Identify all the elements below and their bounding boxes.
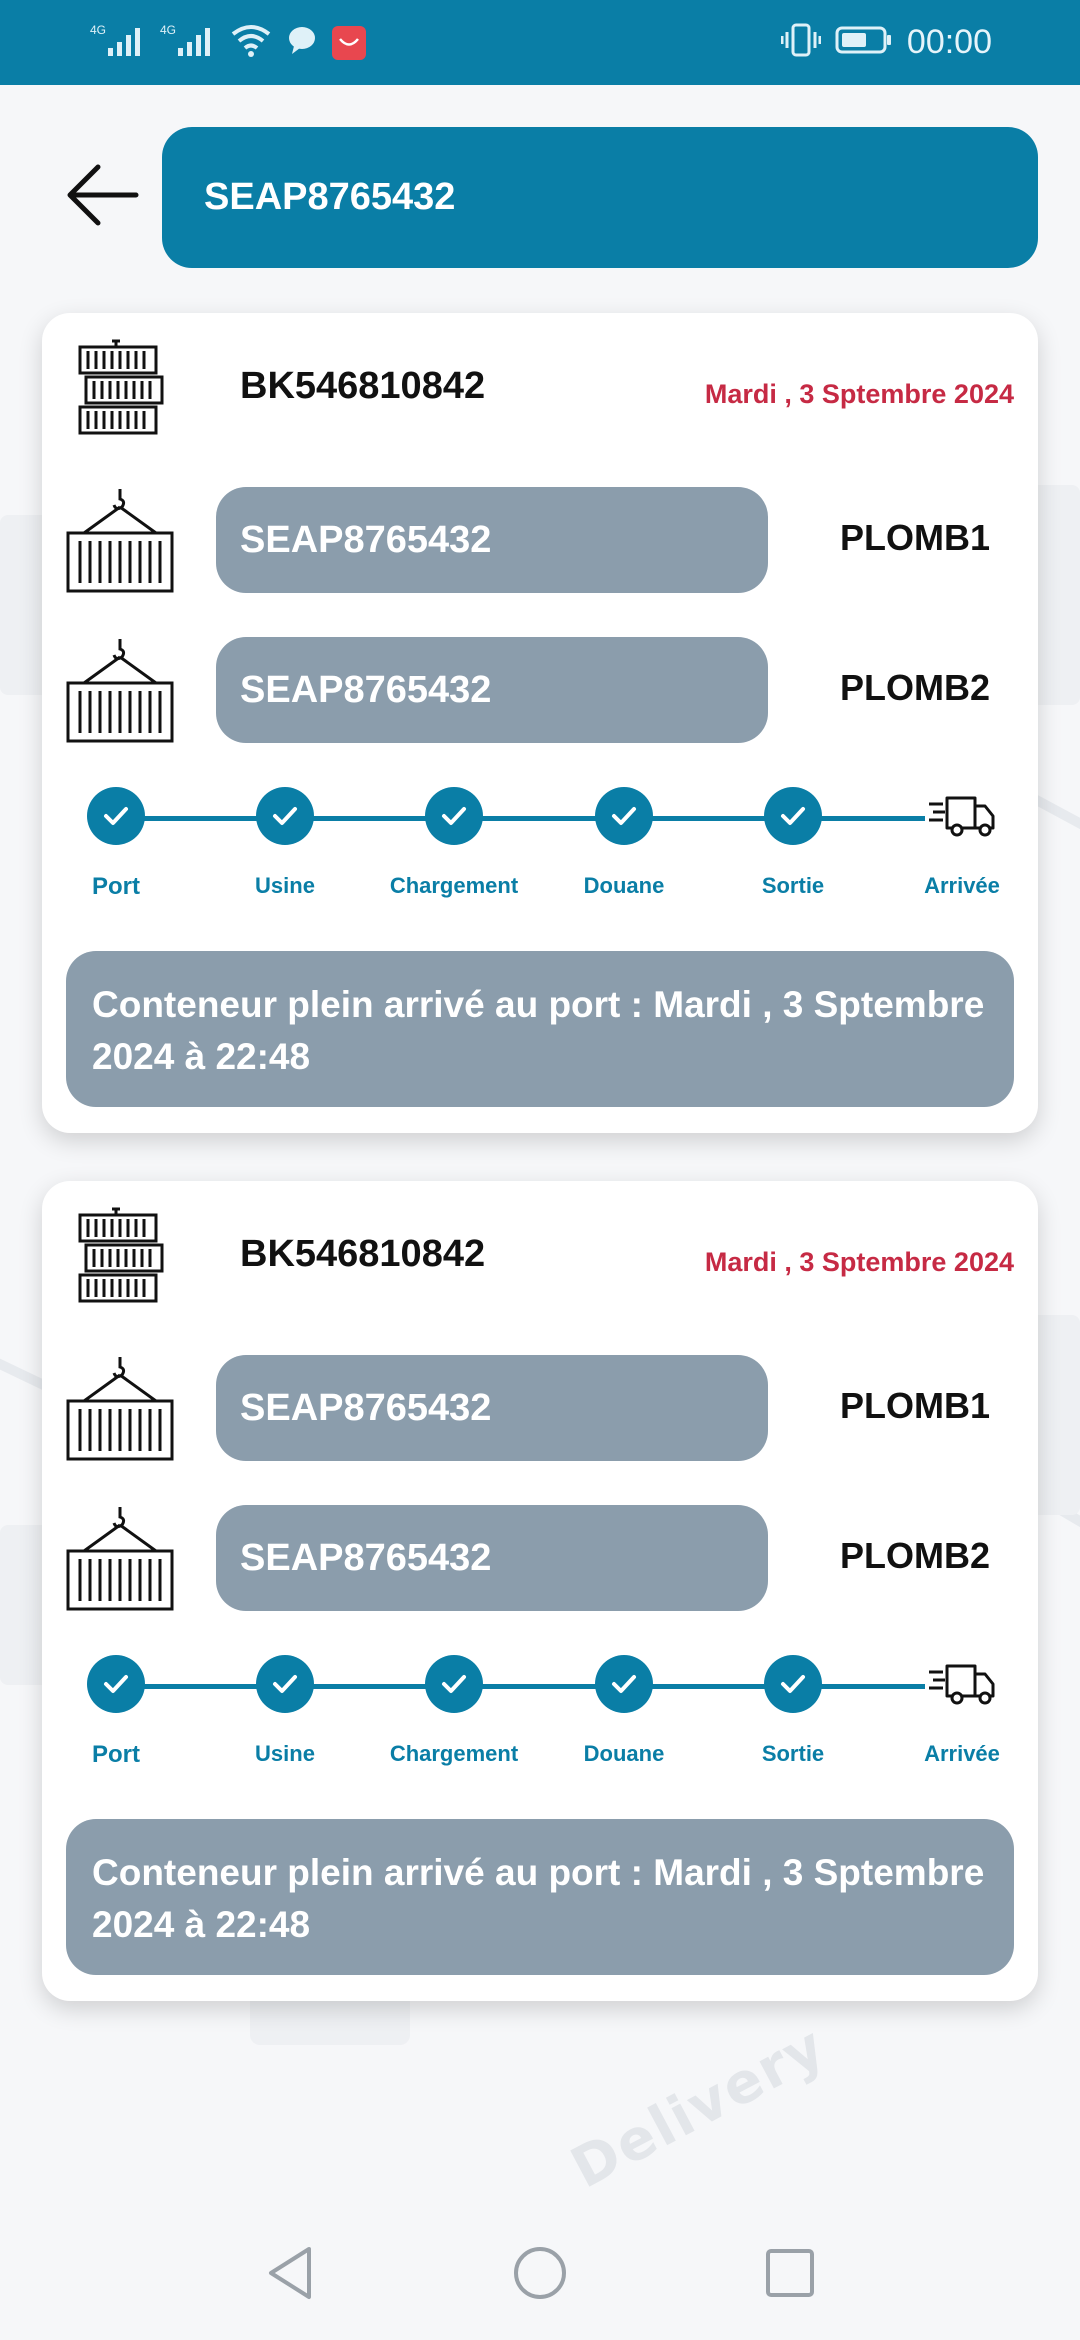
network-label-2: 4G (160, 23, 176, 37)
battery-icon (835, 25, 893, 60)
booking-number: BK546810842 (240, 365, 486, 407)
seal-row: SEAP8765432 PLOMB2 (42, 637, 1038, 745)
step-label: Chargement (389, 1741, 519, 1766)
network-label-1: 4G (90, 23, 106, 37)
container-crane-icon (62, 487, 178, 602)
check-circle-icon (595, 787, 653, 845)
step-label: Port (92, 1741, 140, 1768)
step-label: Arrivée (924, 1741, 1000, 1766)
seal-number-field[interactable]: SEAP8765432 (216, 637, 768, 743)
card-date: Mardi , 3 Sptembre 2024 (704, 379, 1014, 409)
step-2: Chargement (369, 787, 539, 899)
check-circle-icon (256, 1655, 314, 1713)
seal-row: SEAP8765432 PLOMB1 (42, 1355, 1038, 1463)
nav-back-button[interactable] (260, 2245, 320, 2305)
check-circle-icon (87, 1655, 145, 1713)
progress-stepper: Port Usine Chargement Douane Sortie Arri… (42, 1655, 1038, 1785)
arrow-left-icon (64, 163, 140, 232)
shipment-card[interactable]: BK546810842 Mardi , 3 Sptembre 2024 SEAP… (42, 1181, 1038, 2001)
step-3: Douane (539, 787, 709, 899)
status-message-text: Conteneur plein arrivé au port : Mardi ,… (92, 1852, 985, 1945)
step-label: Sortie (761, 873, 825, 898)
check-circle-icon (425, 787, 483, 845)
card-date: Mardi , 3 Sptembre 2024 (704, 1247, 1014, 1277)
status-message: Conteneur plein arrivé au port : Mardi ,… (66, 1819, 1014, 1975)
step-label: Usine (255, 873, 315, 898)
seal-value: SEAP8765432 (240, 668, 492, 711)
circle-home-icon (512, 2245, 568, 2306)
container-crane-icon (62, 1355, 178, 1470)
seal-label: PLOMB2 (839, 667, 990, 708)
status-right: 00:00 (780, 22, 992, 63)
nav-home-button[interactable] (510, 2245, 570, 2305)
card-header: BK546810842 Mardi , 3 Sptembre 2024 (42, 313, 1038, 443)
search-value: SEAP8765432 (204, 176, 456, 218)
step-5: Arrivée (877, 1655, 1047, 1767)
back-button[interactable] (60, 155, 144, 239)
booking-number: BK546810842 (240, 1233, 486, 1275)
status-left: 4G 4G (90, 20, 366, 65)
system-nav-bar (0, 2210, 1080, 2340)
square-recents-icon (764, 2247, 816, 2304)
check-circle-icon (595, 1655, 653, 1713)
seal-label: PLOMB1 (839, 1385, 990, 1426)
search-field[interactable]: SEAP8765432 (162, 127, 1038, 268)
seal-value: SEAP8765432 (240, 518, 492, 561)
container-crane-icon (62, 1505, 178, 1620)
huawei-app-icon (332, 25, 366, 60)
progress-stepper: Port Usine Chargement Douane Sortie Arri… (42, 787, 1038, 917)
container-stack-icon (72, 1205, 168, 1320)
check-circle-icon (256, 787, 314, 845)
step-2: Chargement (369, 1655, 539, 1767)
step-4: Sortie (708, 1655, 878, 1767)
chat-bubble-icon (286, 24, 318, 61)
status-time: 00:00 (906, 23, 992, 61)
wifi-icon (230, 20, 272, 65)
step-5: Arrivée (877, 787, 1047, 899)
seal-value: SEAP8765432 (240, 1536, 492, 1579)
seal-number-field[interactable]: SEAP8765432 (216, 487, 768, 593)
seal-number-field[interactable]: SEAP8765432 (216, 1355, 768, 1461)
status-bar: 4G 4G 00:00 (0, 0, 1080, 85)
step-label: Port (92, 873, 140, 900)
seal-label: PLOMB1 (839, 517, 990, 558)
check-circle-icon (87, 787, 145, 845)
seal-row: SEAP8765432 PLOMB2 (42, 1505, 1038, 1613)
status-message-text: Conteneur plein arrivé au port : Mardi ,… (92, 984, 985, 1077)
check-circle-icon (425, 1655, 483, 1713)
step-4: Sortie (708, 787, 878, 899)
truck-icon (925, 1655, 999, 1713)
container-crane-icon (62, 637, 178, 752)
nav-recents-button[interactable] (760, 2245, 820, 2305)
step-label: Usine (255, 1741, 315, 1766)
vibrate-icon (780, 22, 822, 63)
triangle-back-icon (265, 2245, 315, 2306)
step-0: Port (31, 1655, 201, 1769)
seal-row: SEAP8765432 PLOMB1 (42, 487, 1038, 595)
container-stack-icon (72, 337, 168, 452)
seal-value: SEAP8765432 (240, 1386, 492, 1429)
delivery-watermark: Delivery (560, 2013, 837, 2202)
check-circle-icon (764, 787, 822, 845)
step-label: Arrivée (924, 873, 1000, 898)
shipment-card[interactable]: BK546810842 Mardi , 3 Sptembre 2024 SEAP… (42, 313, 1038, 1133)
signal-icon: 4G (160, 20, 216, 65)
seal-number-field[interactable]: SEAP8765432 (216, 1505, 768, 1611)
step-0: Port (31, 787, 201, 901)
step-label: Sortie (761, 1741, 825, 1766)
step-label: Douane (583, 873, 665, 898)
step-1: Usine (200, 1655, 370, 1767)
step-3: Douane (539, 1655, 709, 1767)
status-message: Conteneur plein arrivé au port : Mardi ,… (66, 951, 1014, 1107)
step-label: Chargement (389, 873, 519, 898)
step-label: Douane (583, 1741, 665, 1766)
card-header: BK546810842 Mardi , 3 Sptembre 2024 (42, 1181, 1038, 1311)
step-1: Usine (200, 787, 370, 899)
seal-label: PLOMB2 (839, 1535, 990, 1576)
truck-icon (925, 787, 999, 845)
check-circle-icon (764, 1655, 822, 1713)
signal-icon: 4G (90, 20, 146, 65)
